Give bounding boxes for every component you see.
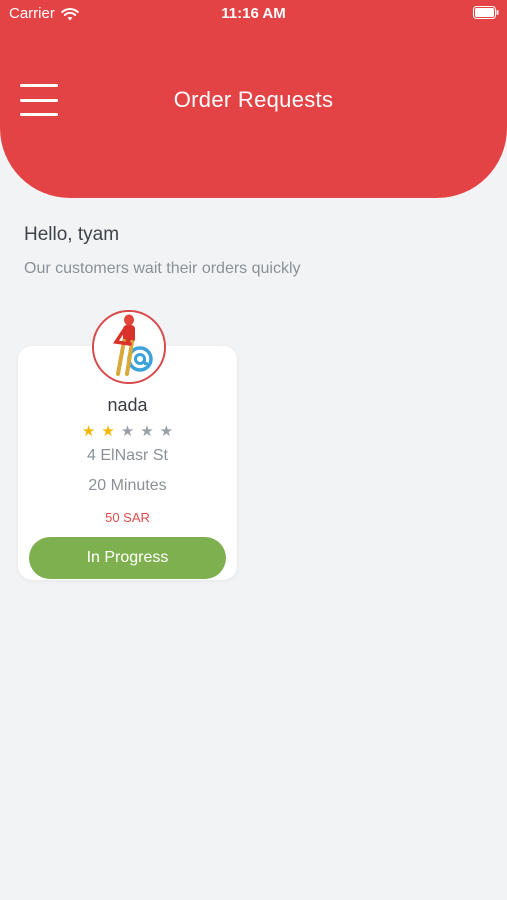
avatar [92, 310, 166, 384]
star-empty-icon: ★ [159, 423, 180, 440]
order-duration: 20 Minutes [88, 477, 167, 494]
subtitle-text: Our customers wait their orders quickly [24, 260, 301, 277]
star-filled-icon: ★ [81, 423, 102, 440]
status-bar: Carrier 11:16 AM [0, 0, 507, 28]
star-empty-icon: ★ [140, 423, 160, 440]
hamburger-menu-icon [20, 113, 58, 116]
header-bar: Carrier 11:16 AM Order Requests [0, 0, 507, 198]
status-time: 11:16 AM [221, 5, 286, 22]
star-empty-icon: ★ [120, 423, 141, 440]
greeting-text: Hello, tyam [24, 224, 120, 245]
customer-name: nada [107, 395, 148, 415]
rating-stars: ★★★★★ [18, 422, 237, 440]
delivery-person-avatar-icon [94, 312, 164, 382]
order-price: 50 SAR [105, 510, 150, 525]
order-address: 4 ElNasr St [87, 447, 168, 464]
page-title: Order Requests [173, 87, 334, 112]
battery-icon [473, 6, 499, 19]
star-filled-icon: ★ [101, 423, 121, 440]
order-status-button[interactable]: In Progress [29, 537, 226, 579]
